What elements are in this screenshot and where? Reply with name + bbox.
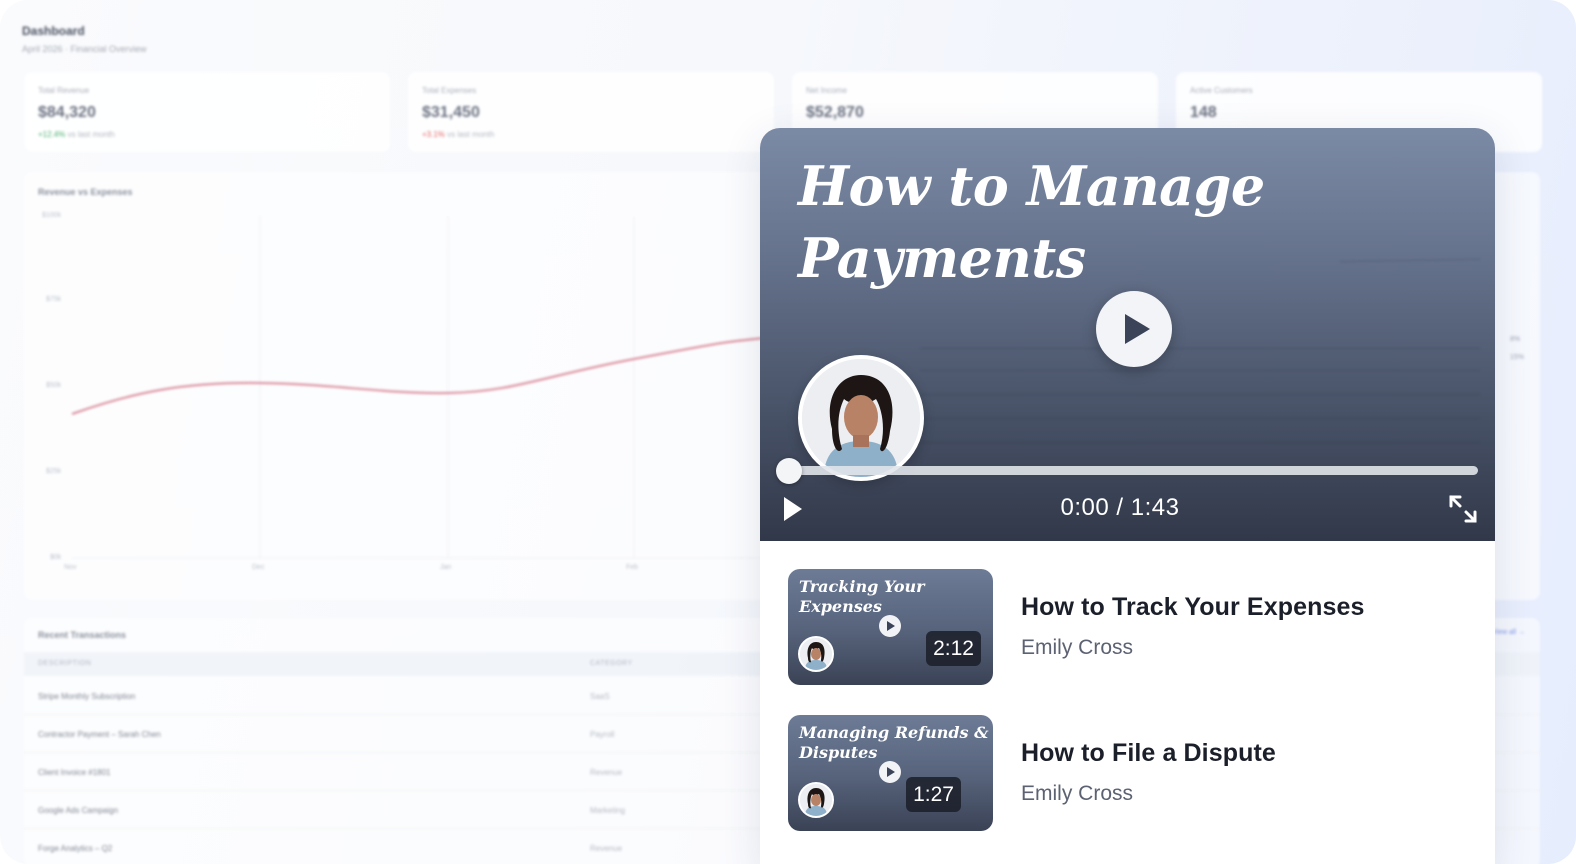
thumbnail-title: Managing Refunds & Disputes bbox=[799, 723, 989, 762]
column-header: CATEGORY bbox=[590, 660, 633, 667]
table-cell-category: Payroll bbox=[590, 730, 615, 739]
x-tick: Feb bbox=[626, 564, 639, 571]
column-header: DESCRIPTION bbox=[38, 660, 92, 667]
related-video-item[interactable]: Tracking Your Expenses 2:12 How to Track… bbox=[788, 569, 1468, 685]
duration-badge: 2:12 bbox=[926, 631, 981, 666]
y-tick: $50k bbox=[46, 382, 62, 389]
stat-change: +3.1% vs last month bbox=[422, 130, 494, 139]
related-video-author: Emily Cross bbox=[1021, 636, 1134, 659]
thumbnail-title: Tracking Your Expenses bbox=[799, 577, 925, 616]
presenter-avatar bbox=[798, 636, 834, 672]
table-row[interactable]: Stripe Monthly Subscription bbox=[38, 692, 135, 701]
play-icon[interactable] bbox=[879, 761, 901, 783]
seek-bar[interactable] bbox=[789, 466, 1478, 475]
video-title: How to Manage Payments bbox=[798, 154, 1265, 290]
stat-value: $31,450 bbox=[422, 104, 480, 121]
fullscreen-icon[interactable] bbox=[1448, 494, 1478, 524]
stat-value: $84,320 bbox=[38, 104, 96, 121]
table-cell-category: SaaS bbox=[590, 692, 610, 701]
table-row[interactable]: Google Ads Campaign bbox=[38, 806, 118, 815]
page-title: Dashboard bbox=[22, 24, 85, 38]
presenter-avatar bbox=[798, 355, 924, 481]
table-row[interactable]: Contractor Payment – Sarah Chen bbox=[38, 730, 161, 739]
transactions-title: Recent Transactions bbox=[38, 630, 127, 640]
stat-card-revenue: Total Revenue $84,320 +12.4% vs last mon… bbox=[24, 72, 390, 152]
stat-value: $52,870 bbox=[806, 104, 864, 121]
stat-card-expenses: Total Expenses $31,450 +3.1% vs last mon… bbox=[408, 72, 774, 152]
video-thumbnail[interactable]: Managing Refunds & Disputes 1:27 bbox=[788, 715, 993, 831]
table-cell-category: Revenue bbox=[590, 768, 623, 777]
table-row[interactable]: Forge Analytics – Q2 bbox=[38, 844, 112, 853]
duration-badge: 1:27 bbox=[906, 777, 961, 812]
side-percent: 15% bbox=[1510, 354, 1525, 361]
change-note: vs last month bbox=[447, 130, 495, 139]
table-row[interactable]: Client Invoice #1801 bbox=[38, 768, 111, 777]
table-cell-category: Marketing bbox=[590, 806, 626, 815]
y-tick: $25k bbox=[46, 468, 62, 475]
play-icon[interactable] bbox=[879, 615, 901, 637]
video-player[interactable]: How to Manage Payments 0:00 / 1:43 bbox=[760, 128, 1495, 541]
y-tick: $75k bbox=[46, 296, 62, 303]
stat-label: Total Revenue bbox=[38, 86, 90, 95]
side-percent: 8% bbox=[1510, 336, 1521, 343]
time-display: 0:00 / 1:43 bbox=[1060, 494, 1180, 521]
seek-handle[interactable] bbox=[776, 458, 802, 484]
stat-change: +12.4% vs last month bbox=[38, 130, 115, 139]
change-note: vs last month bbox=[67, 130, 115, 139]
related-video-item[interactable]: Managing Refunds & Disputes 1:27 How to … bbox=[788, 715, 1468, 831]
x-tick: Dec bbox=[252, 564, 265, 571]
y-tick: $0k bbox=[50, 554, 62, 561]
related-video-author: Emily Cross bbox=[1021, 782, 1134, 805]
x-tick: Nov bbox=[64, 564, 77, 571]
change-down: +3.1% bbox=[422, 130, 445, 139]
stat-label: Active Customers bbox=[1190, 86, 1253, 95]
table-cell-category: Revenue bbox=[590, 844, 623, 853]
play-circle-icon[interactable] bbox=[1096, 291, 1172, 367]
page-subtitle: April 2026 · Financial Overview bbox=[22, 44, 147, 54]
x-tick: Jan bbox=[440, 564, 452, 571]
see-all-link[interactable]: View all → bbox=[1492, 629, 1525, 636]
change-up: +12.4% bbox=[38, 130, 66, 139]
stat-label: Total Expenses bbox=[422, 86, 477, 95]
related-video-title[interactable]: How to Track Your Expenses bbox=[1021, 593, 1364, 622]
y-tick: $100k bbox=[42, 212, 62, 219]
related-video-title[interactable]: How to File a Dispute bbox=[1021, 739, 1276, 768]
video-thumbnail[interactable]: Tracking Your Expenses 2:12 bbox=[788, 569, 993, 685]
play-icon[interactable] bbox=[782, 495, 804, 523]
stat-value: 148 bbox=[1190, 104, 1217, 121]
video-widget: How to Manage Payments 0:00 / 1:43 Track… bbox=[760, 128, 1495, 864]
presenter-avatar bbox=[798, 782, 834, 818]
revenue-series-line bbox=[71, 337, 765, 415]
stat-label: Net Income bbox=[806, 86, 847, 95]
